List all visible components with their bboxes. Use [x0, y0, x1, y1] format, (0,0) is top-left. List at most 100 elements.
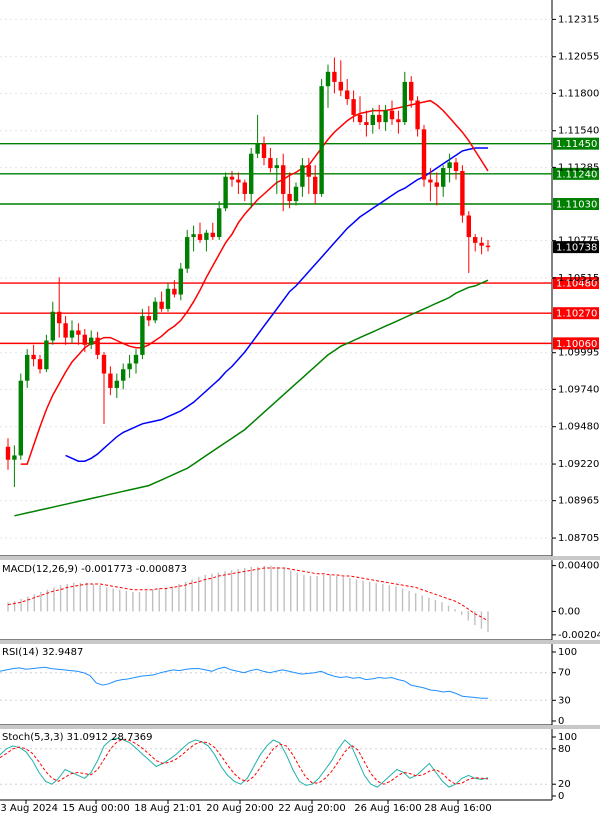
candle-body — [165, 288, 171, 309]
candle-body — [127, 363, 132, 370]
candle-body — [293, 186, 299, 202]
time-tick-label: 15 Aug 00:00 — [62, 803, 129, 813]
candle-body — [37, 359, 43, 370]
price-tick-label: 1.08705 — [558, 533, 599, 544]
candle-body — [133, 354, 139, 364]
candle-body — [332, 71, 337, 82]
candle-body — [89, 337, 94, 345]
candle-body — [249, 153, 254, 194]
price-tick-label: 1.09995 — [558, 348, 599, 359]
time-tick-label: 13 Aug 2024 — [0, 803, 58, 813]
candle-body — [428, 179, 433, 183]
candle-body — [146, 316, 151, 321]
candle-body — [114, 380, 119, 388]
candle-body — [389, 110, 395, 120]
rsi-line — [0, 666, 488, 699]
candle-body — [101, 354, 107, 374]
rsi-tick-label: 100 — [558, 647, 577, 658]
time-tick-label: 22 Aug 20:00 — [278, 803, 345, 813]
candle-body — [76, 330, 81, 335]
candle-body — [191, 234, 196, 238]
price-tick-label: 1.11285 — [558, 162, 599, 173]
stoch-tick-label: 80 — [558, 744, 571, 755]
time-tick-label: 26 Aug 16:00 — [354, 803, 421, 813]
candle-body — [178, 268, 183, 295]
price-tick-label: 1.10515 — [558, 273, 599, 284]
candle-body — [338, 81, 343, 91]
rsi-title: RSI(14) 32.9487 — [2, 647, 83, 658]
rsi-tick-label: 70 — [558, 668, 571, 679]
candle-body — [223, 176, 228, 209]
price-tick-label: 1.09740 — [558, 384, 599, 395]
candle-body — [357, 114, 363, 123]
candle-body — [18, 380, 23, 456]
stoch-k-line — [0, 737, 489, 788]
candle-body — [287, 193, 292, 202]
candle-body — [447, 162, 452, 169]
candle-body — [473, 237, 478, 243]
candle-body — [485, 245, 491, 248]
candle-body — [306, 165, 311, 177]
price-tick-label: 1.12055 — [558, 52, 599, 63]
candle-body — [268, 158, 273, 169]
candle-body — [197, 234, 203, 240]
candle-body — [242, 182, 247, 194]
pane-separator — [0, 640, 600, 644]
candle-body — [261, 143, 267, 159]
candle-body — [108, 373, 113, 388]
candles — [5, 57, 491, 488]
candle-body — [325, 71, 331, 87]
candle-body — [415, 100, 420, 130]
candle-body — [82, 334, 87, 345]
candle-body — [50, 311, 55, 341]
candle-body — [255, 143, 260, 154]
main-grid — [0, 18, 552, 539]
candle-body — [377, 114, 382, 123]
candle-body — [140, 316, 145, 355]
stoch-tick-label: 100 — [558, 732, 577, 743]
time-tick-label: 18 Aug 21:01 — [134, 803, 201, 813]
candle-body — [281, 165, 286, 194]
candle-body — [453, 162, 459, 171]
candle-body — [229, 176, 235, 180]
candle-body — [421, 129, 427, 180]
price-tick-label: 1.11800 — [558, 88, 599, 99]
ma-slow-line — [14, 279, 489, 517]
stoch-tick-label: 20 — [558, 779, 571, 790]
candle-body — [434, 182, 439, 187]
stoch-tick-label: 0 — [558, 791, 564, 802]
price-tick-label: 1.12315 — [558, 14, 599, 25]
candle-body — [153, 301, 158, 321]
pane-separator — [0, 725, 600, 729]
candle-body — [409, 81, 414, 101]
candle-body — [351, 99, 356, 115]
candle-body — [204, 232, 209, 240]
candle-body — [396, 119, 401, 123]
candle-body — [402, 81, 407, 123]
price-tick-label: 1.08965 — [558, 496, 599, 507]
price-level-label: 1.10270 — [556, 309, 597, 320]
candle-body — [5, 446, 11, 460]
candle-body — [300, 165, 305, 187]
rsi-tick-label: 30 — [558, 695, 571, 706]
candle-body — [185, 237, 190, 269]
candle-body — [210, 232, 215, 238]
candle-body — [31, 354, 36, 360]
candle-body — [25, 354, 30, 381]
macd-tick-label: 0.00 — [558, 606, 580, 617]
candle-body — [44, 340, 49, 370]
candle-body — [441, 168, 446, 187]
ma-mid-line — [65, 147, 488, 462]
time-tick-label: 28 Aug 16:00 — [424, 803, 491, 813]
candle-body — [95, 337, 100, 355]
candle-body — [274, 165, 279, 169]
chart-canvas: 1.114501.112401.110301.104801.102701.100… — [0, 0, 600, 813]
macd-tick-label: -0.002048 — [558, 630, 600, 641]
price-level-label: 1.11450 — [556, 139, 597, 150]
candle-body — [236, 179, 241, 183]
chart-frame — [0, 0, 600, 801]
price-tick-label: 1.11540 — [558, 126, 599, 137]
candle-body — [63, 323, 68, 338]
macd-title: MACD(12,26,9) -0.001773 -0.000873 — [2, 564, 187, 575]
candle-body — [364, 122, 369, 125]
